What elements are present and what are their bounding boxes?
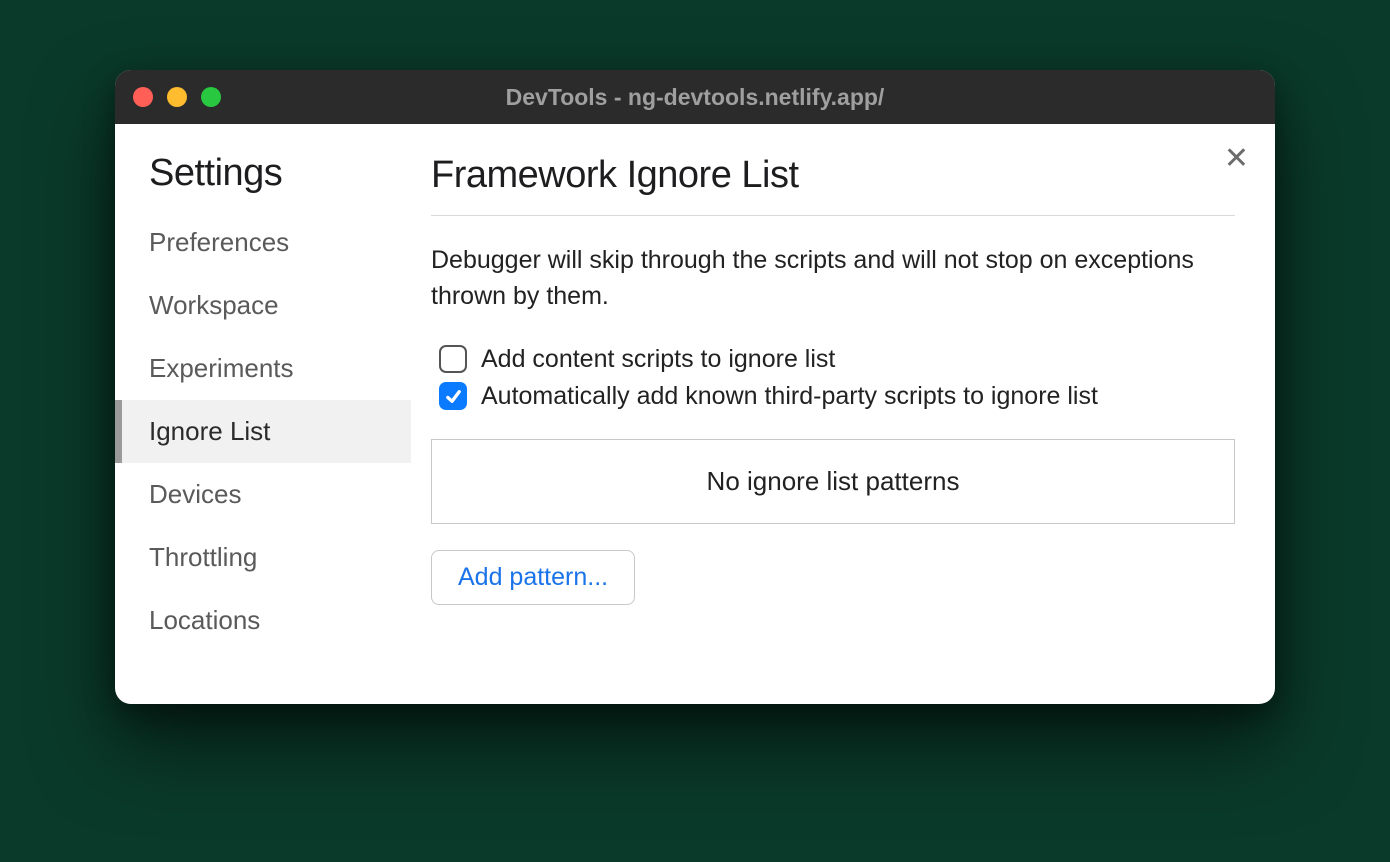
checkbox-icon[interactable] [439,382,467,410]
checkbox-icon[interactable] [439,345,467,373]
checkbox-label: Add content scripts to ignore list [481,345,835,374]
sidebar-item-label: Devices [149,479,241,509]
sidebar-item-experiments[interactable]: Experiments [115,337,411,400]
sidebar-item-label: Throttling [149,542,257,572]
sidebar-item-label: Experiments [149,353,294,383]
traffic-lights [133,87,221,107]
sidebar-item-label: Preferences [149,227,289,257]
sidebar-item-label: Locations [149,605,260,635]
sidebar-item-label: Workspace [149,290,279,320]
window-title: DevTools - ng-devtools.netlify.app/ [115,84,1275,111]
minimize-window-button[interactable] [167,87,187,107]
sidebar-item-throttling[interactable]: Throttling [115,526,411,589]
checkbox-row-content-scripts[interactable]: Add content scripts to ignore list [431,345,1235,374]
sidebar-title: Settings [115,152,411,211]
close-window-button[interactable] [133,87,153,107]
sidebar-item-label: Ignore List [149,416,270,446]
add-pattern-button[interactable]: Add pattern... [431,550,635,605]
checkbox-label: Automatically add known third-party scri… [481,382,1098,411]
empty-state-text: No ignore list patterns [707,466,960,496]
settings-main: Framework Ignore List Debugger will skip… [411,124,1275,704]
button-label: Add pattern... [458,563,608,591]
page-heading: Framework Ignore List [431,154,1235,216]
sidebar-item-ignore-list[interactable]: Ignore List [115,400,411,463]
page-description: Debugger will skip through the scripts a… [431,242,1235,315]
sidebar-item-devices[interactable]: Devices [115,463,411,526]
close-icon[interactable]: ✕ [1224,144,1249,174]
titlebar: DevTools - ng-devtools.netlify.app/ [115,70,1275,124]
devtools-window: DevTools - ng-devtools.netlify.app/ ✕ Se… [115,70,1275,704]
sidebar-item-preferences[interactable]: Preferences [115,211,411,274]
checkbox-row-third-party[interactable]: Automatically add known third-party scri… [431,382,1235,411]
sidebar-item-locations[interactable]: Locations [115,589,411,652]
maximize-window-button[interactable] [201,87,221,107]
ignore-pattern-list: No ignore list patterns [431,439,1235,524]
sidebar-item-workspace[interactable]: Workspace [115,274,411,337]
settings-body: ✕ Settings Preferences Workspace Experim… [115,124,1275,704]
settings-sidebar: Settings Preferences Workspace Experimen… [115,124,411,704]
